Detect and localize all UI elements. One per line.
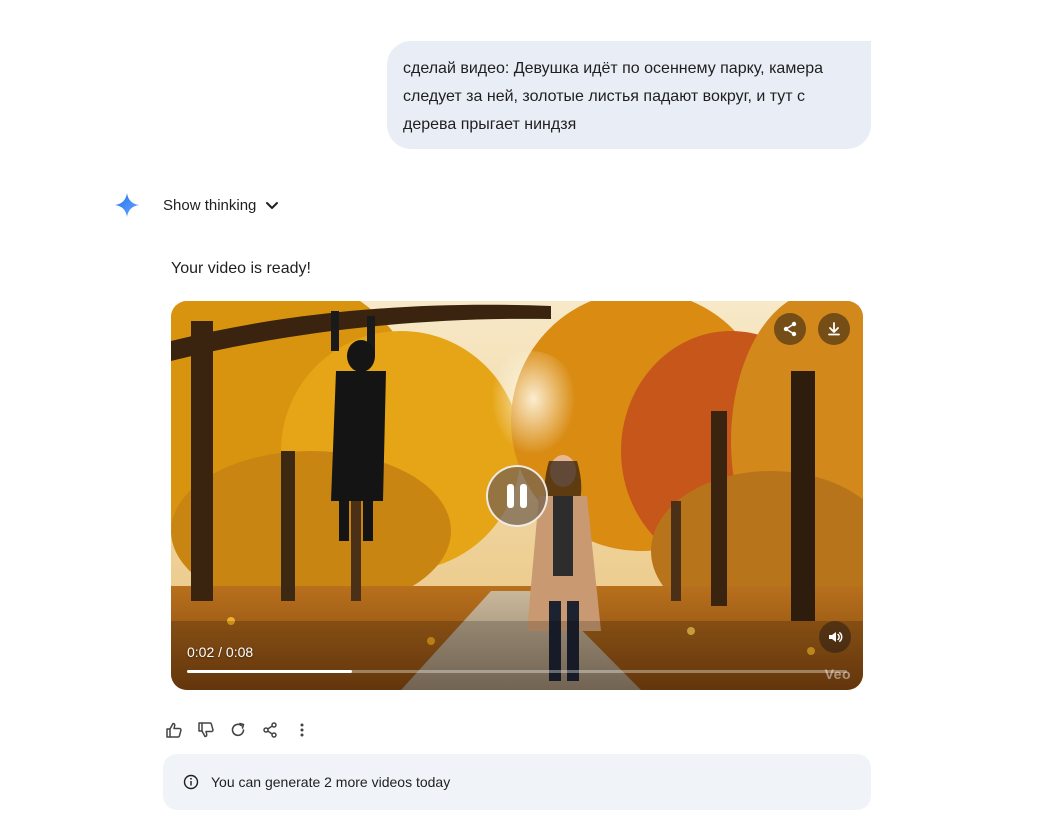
share-icon — [263, 722, 277, 738]
video-progress-fill — [187, 670, 352, 673]
thumb-up-icon — [166, 722, 182, 738]
response-actions — [158, 715, 318, 745]
info-banner-text: You can generate 2 more videos today — [211, 774, 451, 790]
regenerate-icon — [231, 722, 245, 737]
thumb-down-button[interactable] — [190, 715, 222, 745]
show-thinking-label: Show thinking — [163, 196, 257, 214]
pause-icon — [520, 484, 527, 508]
veo-watermark: Veo — [824, 666, 851, 682]
volume-icon — [829, 632, 843, 642]
volume-button[interactable] — [819, 621, 851, 653]
info-banner: You can generate 2 more videos today — [163, 754, 871, 810]
show-thinking-toggle[interactable]: Show thinking — [155, 190, 288, 220]
chevron-down-icon — [266, 202, 279, 209]
gemini-spark-icon — [115, 193, 139, 217]
info-icon — [183, 774, 199, 790]
share-response-button[interactable] — [254, 715, 286, 745]
share-icon — [783, 321, 797, 337]
user-prompt-line: сделай видео: Девушка идёт по осеннему п… — [403, 60, 824, 77]
video-progress-bar[interactable] — [187, 670, 847, 673]
pause-button[interactable] — [486, 465, 548, 527]
regenerate-button[interactable] — [222, 715, 254, 745]
user-prompt-line: следует за ней, золотые листья падают во… — [403, 88, 805, 105]
chat-page: сделай видео: Девушка идёт по осеннему п… — [0, 0, 1041, 830]
response-text: Your video is ready! — [171, 260, 311, 277]
download-icon — [828, 322, 840, 336]
video-time: 0:02 / 0:08 — [187, 644, 254, 660]
thumb-up-button[interactable] — [158, 715, 190, 745]
video-download-button[interactable] — [818, 313, 850, 345]
pause-icon — [507, 484, 514, 508]
video-share-button[interactable] — [774, 313, 806, 345]
user-prompt-bubble: сделай видео: Девушка идёт по осеннему п… — [387, 41, 871, 149]
user-prompt-line: дерева прыгает ниндзя — [403, 116, 577, 133]
thumb-down-icon — [198, 722, 214, 738]
video-player[interactable]: 0:02 / 0:08 Veo — [171, 301, 863, 690]
more-vert-icon — [300, 723, 304, 737]
more-options-button[interactable] — [286, 715, 318, 745]
